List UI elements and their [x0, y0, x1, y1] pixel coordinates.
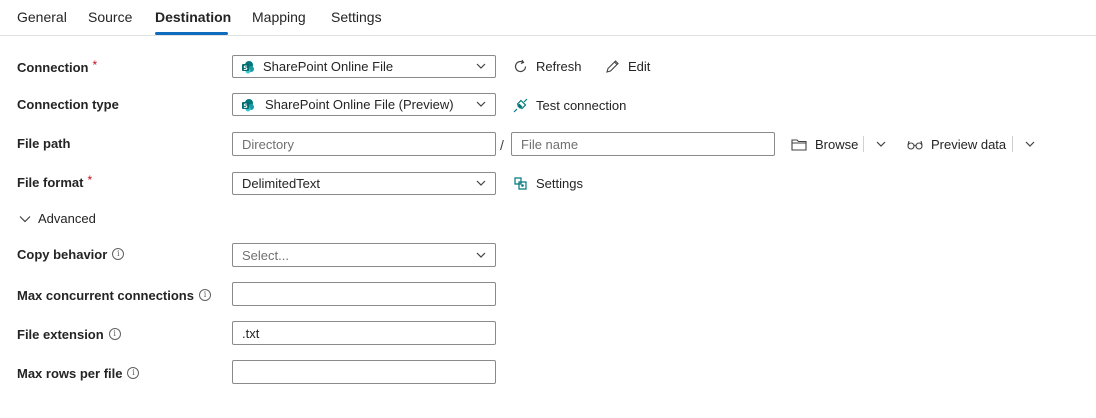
copy-behavior-label-text: Copy behavior: [17, 247, 108, 262]
max-concurrent-label-text: Max concurrent connections: [17, 288, 194, 303]
max-rows-label-text: Max rows per file: [17, 366, 123, 381]
copy-behavior-select[interactable]: Select...: [232, 243, 496, 267]
tab-source[interactable]: Source: [88, 9, 132, 25]
sharepoint-icon: S: [242, 61, 254, 74]
connection-value: SharePoint Online File: [263, 59, 394, 74]
refresh-label: Refresh: [536, 59, 582, 74]
path-separator: /: [500, 137, 504, 153]
directory-input[interactable]: Directory: [232, 132, 496, 156]
required-marker: *: [87, 173, 93, 187]
file-extension-input[interactable]: .txt: [232, 321, 496, 345]
chevron-down-icon: [476, 252, 486, 258]
file-format-value: DelimitedText: [242, 176, 321, 191]
advanced-label: Advanced: [38, 211, 96, 226]
tab-general[interactable]: General: [17, 9, 67, 25]
pencil-icon: [606, 60, 619, 73]
plug-icon: [513, 98, 528, 113]
connection-select[interactable]: S SharePoint Online File: [232, 55, 496, 78]
svg-text:S: S: [243, 65, 247, 72]
preview-chevron-down-icon[interactable]: [1023, 137, 1037, 151]
browse-label: Browse: [815, 137, 859, 152]
tab-settings[interactable]: Settings: [331, 9, 382, 25]
chevron-down-icon: [476, 63, 486, 69]
required-marker: *: [92, 58, 98, 72]
edit-label: Edit: [628, 59, 651, 74]
connection-type-label: Connection type: [17, 97, 119, 112]
browse-button[interactable]: Browse: [790, 136, 858, 153]
file-extension-label-text: File extension: [17, 327, 104, 342]
copy-behavior-placeholder: Select...: [242, 248, 289, 263]
max-concurrent-label: Max concurrent connections i: [17, 288, 211, 304]
divider: [863, 136, 864, 152]
file-format-select[interactable]: DelimitedText: [232, 172, 496, 195]
folder-icon: [791, 139, 807, 151]
browse-chevron-down-icon[interactable]: [874, 137, 888, 151]
file-format-label: File format *: [17, 173, 93, 190]
active-tab-indicator: [155, 32, 228, 35]
refresh-button[interactable]: Refresh: [512, 58, 582, 75]
tab-bar: General Source Destination Mapping Setti…: [0, 0, 1096, 36]
copy-behavior-label: Copy behavior i: [17, 247, 125, 263]
info-icon: i: [112, 248, 125, 260]
connection-label: Connection *: [17, 58, 98, 75]
file-path-label: File path: [17, 136, 71, 151]
chevron-down-icon: [476, 101, 486, 107]
connection-type-select[interactable]: S SharePoint Online File (Preview): [232, 93, 496, 116]
max-rows-label: Max rows per file i: [17, 366, 140, 382]
chevron-down-icon: [19, 215, 31, 222]
preview-data-label: Preview data: [931, 137, 1007, 152]
file-name-placeholder: File name: [521, 137, 579, 152]
connection-label-text: Connection: [17, 60, 89, 75]
chevron-down-icon: [476, 180, 486, 186]
file-name-input[interactable]: File name: [511, 132, 775, 156]
divider: [1012, 136, 1013, 152]
directory-placeholder: Directory: [242, 137, 295, 152]
advanced-toggle[interactable]: Advanced: [18, 211, 96, 226]
file-extension-label: File extension i: [17, 327, 121, 343]
preview-data-button[interactable]: Preview data: [906, 136, 1006, 153]
info-icon: i: [108, 328, 121, 340]
settings-icon: [514, 177, 527, 190]
max-rows-input[interactable]: [232, 360, 496, 384]
format-settings-label: Settings: [536, 176, 583, 191]
connection-type-value: SharePoint Online File (Preview): [265, 97, 454, 112]
sharepoint-icon: S: [242, 99, 254, 112]
tab-destination[interactable]: Destination: [155, 9, 231, 25]
tab-mapping[interactable]: Mapping: [252, 9, 306, 25]
edit-button[interactable]: Edit: [604, 58, 650, 75]
max-concurrent-input[interactable]: [232, 282, 496, 306]
test-connection-button[interactable]: Test connection: [512, 97, 626, 114]
glasses-icon: [907, 140, 923, 150]
file-format-label-text: File format: [17, 175, 84, 190]
format-settings-button[interactable]: Settings: [512, 175, 583, 192]
svg-text:S: S: [243, 103, 247, 110]
test-connection-label: Test connection: [536, 98, 627, 113]
info-icon: i: [198, 289, 211, 301]
refresh-icon: [514, 59, 527, 73]
file-extension-value: .txt: [242, 326, 260, 341]
info-icon: i: [127, 367, 140, 379]
